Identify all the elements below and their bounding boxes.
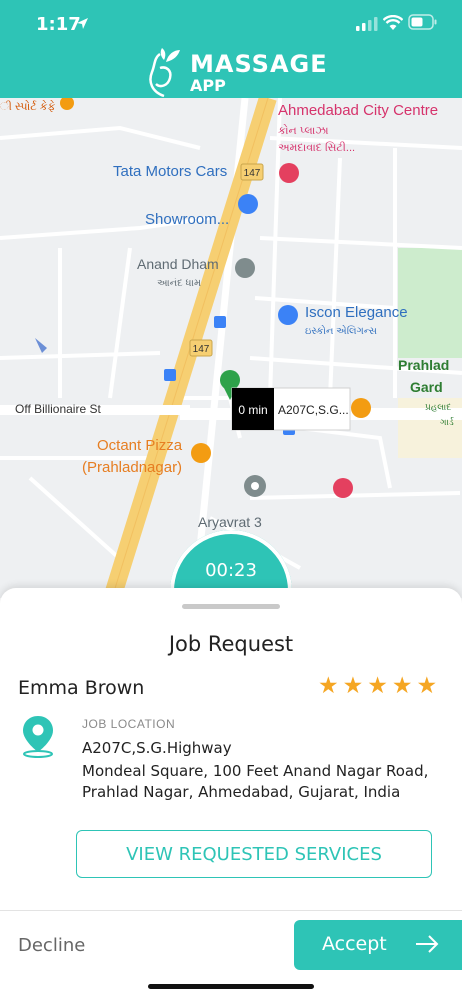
app-header: MASSAGE APP	[0, 46, 462, 98]
map-label: Anand Dham	[137, 256, 219, 272]
sheet-drag-handle[interactable]	[182, 604, 280, 609]
job-request-sheet: Job Request Emma Brown ★ ★ ★ ★ ★ JOB LOC…	[0, 588, 462, 1000]
map-view[interactable]: 147 147 ી સ્પોર્ટ કેફે Ahmedabad City Ce…	[0, 98, 462, 598]
map-label: અમદાવાદ સિટી...	[278, 141, 355, 154]
route-shield-147: 147	[193, 344, 210, 355]
route-shield-147: 147	[244, 168, 261, 179]
arrow-right-icon	[416, 935, 439, 953]
home-indicator	[148, 984, 314, 989]
address-line-3: Prahlad Nagar, Ahmedabad, Gujarat, India	[82, 783, 401, 801]
map-pin-icon	[23, 716, 53, 758]
signal-icon	[356, 17, 378, 31]
divider	[0, 910, 462, 911]
location-label: JOB LOCATION	[82, 717, 176, 731]
eta-label: 0 min	[238, 403, 267, 417]
star-icon: ★	[416, 672, 438, 698]
view-requested-services-button[interactable]: VIEW REQUESTED SERVICES	[76, 830, 432, 878]
map-label: કોન પ્લાઝા	[278, 124, 329, 137]
accept-button[interactable]: Accept	[294, 920, 462, 970]
status-time: 1:17	[36, 14, 81, 35]
map-label: ી સ્પોર્ટ કેફે	[0, 100, 55, 113]
callout-address: A207C,S.G...	[278, 403, 349, 417]
battery-icon	[408, 14, 437, 30]
map-label: Off Billionaire St	[15, 402, 101, 416]
star-icon: ★	[367, 672, 388, 698]
map-label: ઇસ્કોન એલિગન્સ	[305, 324, 377, 337]
map-label: Octant Pizza	[97, 437, 183, 454]
address-line-1: A207C,S.G.Highway	[82, 739, 232, 757]
location-arrow-icon	[77, 18, 88, 29]
map-label: આનંદ ધામ	[157, 277, 201, 289]
view-button-label: VIEW REQUESTED SERVICES	[126, 843, 382, 865]
map-label: (Prahladnagar)	[82, 459, 182, 476]
sheet-title: Job Request	[168, 632, 294, 656]
star-icon: ★	[391, 672, 413, 698]
map-canvas: 147 147 ી સ્પોર્ટ કેફે Ahmedabad City Ce…	[0, 98, 462, 598]
lotus-logo-icon	[149, 48, 180, 98]
map-label: Showroom...	[145, 211, 229, 228]
map-label: પ્રહલાદ	[425, 402, 451, 412]
map-label: Gard	[410, 379, 443, 395]
rating-stars: ★ ★ ★ ★ ★	[318, 674, 437, 697]
client-name: Emma Brown	[18, 677, 145, 699]
wifi-icon	[383, 15, 403, 30]
timer-text: 00:23	[205, 560, 257, 581]
app-logo: MASSAGE APP	[146, 48, 328, 98]
decline-button[interactable]: Decline	[18, 935, 85, 956]
status-bar: 1:17	[0, 0, 462, 46]
map-label: Aryavrat 3	[198, 514, 262, 530]
map-label: Prahlad	[398, 357, 449, 373]
logo-title: MASSAGE	[190, 50, 328, 78]
star-icon: ★	[318, 672, 339, 698]
address-line-2: Mondeal Square, 100 Feet Anand Nagar Roa…	[82, 762, 429, 780]
logo-subtitle: APP	[190, 76, 226, 95]
map-label: Tata Motors Cars	[113, 163, 227, 180]
star-icon: ★	[342, 672, 364, 698]
map-label: ગાર્ડ	[440, 417, 454, 427]
accept-label: Accept	[322, 933, 387, 955]
map-label: Ahmedabad City Centre	[278, 102, 438, 119]
map-label: Iscon Elegance	[305, 304, 408, 321]
